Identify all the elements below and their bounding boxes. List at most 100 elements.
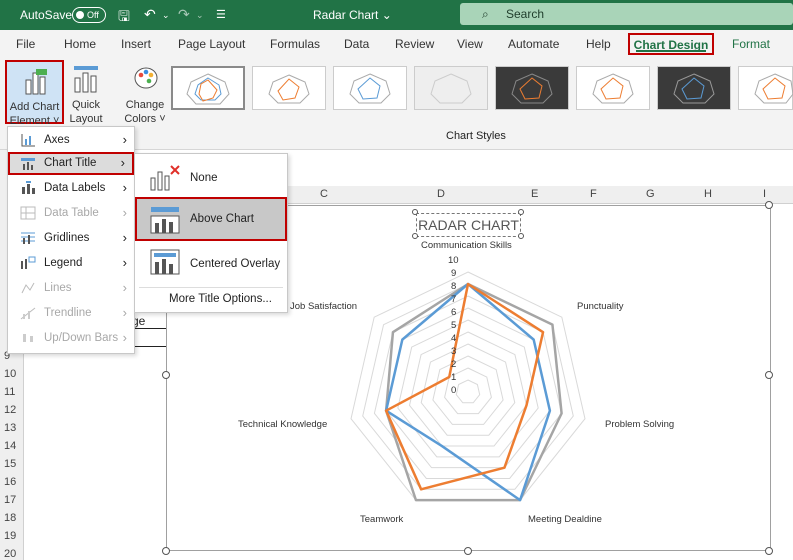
title-option-label: Above Chart <box>190 213 254 225</box>
category-label: Teamwork <box>360 514 404 525</box>
column-header[interactable]: I <box>763 188 766 200</box>
chart-style-5[interactable] <box>495 66 569 110</box>
tab-help[interactable]: Help <box>586 37 611 51</box>
menu-item-legend[interactable]: Legend › <box>8 252 134 275</box>
document-title[interactable]: Radar Chart ⌄ <box>313 8 392 22</box>
chart-title[interactable]: RADAR CHART <box>416 213 521 237</box>
add-chart-element-button[interactable]: Add Chart Element ˅ <box>5 60 64 127</box>
column-header[interactable]: F <box>590 188 597 200</box>
undo-icon[interactable]: ↶ <box>144 6 156 23</box>
centered-overlay-icon <box>150 249 180 275</box>
menu-item-axes[interactable]: Axes › <box>8 129 134 152</box>
menu-item-lines[interactable]: Lines › <box>8 277 134 300</box>
up-down-bars-icon <box>23 334 33 342</box>
title-option-centered-overlay[interactable]: Centered Overlay <box>135 242 287 286</box>
row-header[interactable]: 20 <box>4 548 16 560</box>
category-label: Technical Knowledge <box>238 419 328 430</box>
menu-item-up-down-bars[interactable]: Up/Down Bars › <box>8 327 134 350</box>
chevron-right-icon: › <box>122 132 127 147</box>
resize-handle[interactable] <box>765 371 773 379</box>
chart-style-7[interactable] <box>657 66 731 110</box>
chart-title-icon <box>21 158 35 170</box>
tab-data[interactable]: Data <box>344 37 369 51</box>
customize-toolbar-icon[interactable]: ☰ <box>216 8 226 21</box>
row-header[interactable]: 13 <box>4 422 16 434</box>
title-option-label: None <box>190 172 218 184</box>
redo-dropdown-icon[interactable]: ⌄ <box>196 10 204 21</box>
above-chart-icon <box>150 207 180 234</box>
undo-dropdown-icon[interactable]: ⌄ <box>162 10 170 21</box>
title-option-none[interactable]: None <box>135 156 287 200</box>
row-header[interactable]: 15 <box>4 458 16 470</box>
resize-handle[interactable] <box>162 547 170 555</box>
chart-style-2[interactable] <box>252 66 326 110</box>
title-handle[interactable] <box>518 209 524 215</box>
column-header[interactable]: G <box>646 188 655 200</box>
change-colors-button[interactable]: Change Colors ˅ <box>121 60 169 125</box>
more-title-options-label: More Title Options... <box>169 293 272 305</box>
axis-tick-label: 8 <box>451 281 457 292</box>
cell-border <box>132 328 166 329</box>
menu-item-data-labels[interactable]: Data Labels › <box>8 177 134 200</box>
axes-icon <box>21 134 35 147</box>
chart-style-3[interactable] <box>333 66 407 110</box>
radar-thumbnail-icon <box>430 73 472 104</box>
quick-layout-button[interactable]: Quick Layout ˅ <box>66 60 106 139</box>
chart-styles-gallery <box>168 66 793 116</box>
menu-item-trendline[interactable]: Trendline › <box>8 302 134 325</box>
row-header[interactable]: 19 <box>4 530 16 542</box>
radar-thumbnail-icon <box>268 74 310 104</box>
tab-insert[interactable]: Insert <box>121 37 151 51</box>
menu-item-chart-title[interactable]: Chart Title › <box>8 152 134 175</box>
autosave-toggle[interactable]: Off <box>72 7 106 23</box>
radar-thumbnail-icon <box>754 73 793 104</box>
tab-automate[interactable]: Automate <box>508 37 559 51</box>
chart-style-1[interactable] <box>171 66 245 110</box>
lines-icon <box>21 282 35 294</box>
tab-home[interactable]: Home <box>64 37 96 51</box>
title-handle[interactable] <box>412 233 418 239</box>
resize-handle[interactable] <box>464 547 472 555</box>
tab-page-layout[interactable]: Page Layout <box>178 37 245 51</box>
title-handle[interactable] <box>412 209 418 215</box>
redo-icon[interactable]: ↷ <box>178 6 190 23</box>
row-header[interactable]: 18 <box>4 512 16 524</box>
tab-formulas[interactable]: Formulas <box>270 37 320 51</box>
row-header[interactable]: 14 <box>4 440 16 452</box>
menu-item-gridlines[interactable]: Gridlines › <box>8 227 134 250</box>
search-box[interactable]: ⌕ Search <box>460 3 793 25</box>
row-header[interactable]: 17 <box>4 494 16 506</box>
tab-file[interactable]: File <box>16 37 35 51</box>
tab-view[interactable]: View <box>457 37 483 51</box>
palette-icon <box>134 67 158 89</box>
row-header[interactable]: 12 <box>4 404 16 416</box>
row-header[interactable]: 16 <box>4 476 16 488</box>
resize-handle[interactable] <box>765 201 773 209</box>
more-title-options[interactable]: More Title Options... <box>135 288 287 312</box>
column-header[interactable]: E <box>531 188 538 200</box>
title-option-above-chart[interactable]: Above Chart <box>135 197 287 241</box>
save-icon[interactable]: 🖫 <box>118 6 130 30</box>
radar-thumbnail-icon <box>511 73 553 104</box>
chart-style-4[interactable] <box>414 66 488 110</box>
menu-item-label: Gridlines <box>44 232 90 244</box>
tab-chart-design[interactable]: Chart Design <box>628 33 714 55</box>
menu-item-label: Data Table <box>44 207 99 219</box>
category-label: Problem Solving <box>605 419 675 430</box>
chart-style-6[interactable] <box>576 66 650 110</box>
row-header[interactable]: 10 <box>4 368 16 380</box>
tab-review[interactable]: Review <box>395 37 434 51</box>
title-handle[interactable] <box>518 233 524 239</box>
menu-item-label: Chart Title <box>44 157 97 169</box>
column-header[interactable]: H <box>704 188 712 200</box>
resize-handle[interactable] <box>765 547 773 555</box>
add-chart-element-label: Add Chart Element ˅ <box>9 101 60 127</box>
trendline-icon <box>20 307 36 320</box>
column-header[interactable]: D <box>437 188 445 200</box>
menu-item-data-table[interactable]: Data Table › <box>8 202 134 225</box>
chart-style-8[interactable] <box>738 66 793 110</box>
tab-format[interactable]: Format <box>732 37 770 51</box>
resize-handle[interactable] <box>162 371 170 379</box>
column-header[interactable]: C <box>320 188 328 200</box>
row-header[interactable]: 11 <box>4 386 15 398</box>
